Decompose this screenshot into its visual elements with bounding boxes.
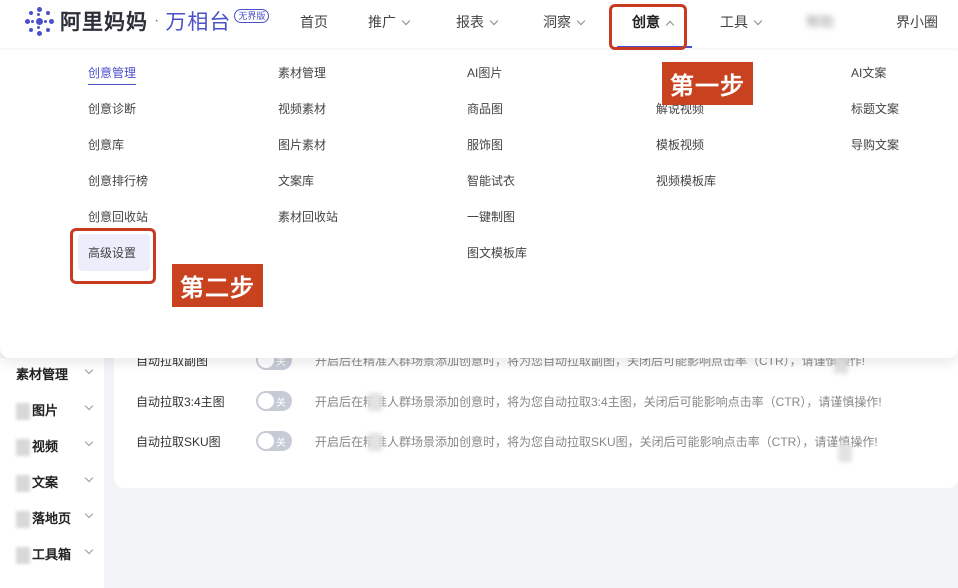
menu-item-one-click-image[interactable]: 一键制图 [467,208,515,225]
creative-dropdown-menu: 创意管理 创意诊断 创意库 创意排行榜 创意回收站 高级设置 素材管理 视频素材… [0,48,958,358]
chevron-down-icon [84,545,94,555]
menu-item-creative-recycle-bin[interactable]: 创意回收站 [88,208,148,225]
sidebar-item-asset-management[interactable]: 素材管理 [16,364,100,383]
menu-item-shopping-guide-copy[interactable]: 导购文案 [851,136,899,153]
sidebar-item-label: 视频 [32,439,59,454]
step1-highlight-box [609,4,687,50]
nav-reports[interactable]: 报表 [456,12,499,32]
nav-help[interactable]: 帮助 [806,12,834,32]
chevron-down-icon [753,16,763,26]
step1-label: 第一步 [662,62,753,105]
redaction-mask [16,403,30,421]
redaction-mask [368,393,382,411]
chevron-down-icon [84,437,94,447]
toggle-auto-main-3-4[interactable]: 关 [256,391,292,411]
chevron-down-icon [84,473,94,483]
menu-item-ai-image[interactable]: AI图片 [467,64,502,81]
menu-item-asset-management[interactable]: 素材管理 [278,64,326,81]
setting-label-auto-main-3-4: 自动拉取3:4主图 [136,395,225,409]
sidebar-item-videos[interactable]: 视频 [16,436,100,457]
chevron-down-icon [489,16,499,26]
sidebar-item-toolbox[interactable]: 工具箱 [16,544,100,565]
alimama-logo[interactable]: 阿里妈妈 · 万相台 无界版 [22,4,270,38]
menu-item-creative-diagnosis[interactable]: 创意诊断 [88,100,136,117]
logo-mark-icon [22,4,56,38]
nav-user-label: 界小圈 [896,14,938,30]
toggle-knob [258,393,274,409]
menu-item-creative-library[interactable]: 创意库 [88,136,124,153]
menu-item-creative-ranking[interactable]: 创意排行榜 [88,172,148,189]
left-sidebar: 素材管理 图片 视频 文案 落地页 工具箱 [0,358,104,588]
sidebar-item-label: 工具箱 [32,547,72,562]
redaction-mask [16,475,30,493]
nav-home-label: 首页 [300,14,328,30]
logo-brand-text: 阿里妈妈 [60,11,148,34]
nav-promotion-label: 推广 [368,14,396,30]
chevron-down-icon [84,365,94,375]
nav-user[interactable]: 界小圈 [896,12,938,32]
step2-label: 第二步 [172,264,263,307]
toggle-knob [258,433,274,449]
chevron-down-icon [576,16,586,26]
nav-tools[interactable]: 工具 [720,12,763,32]
nav-home[interactable]: 首页 [300,12,328,32]
menu-item-video-template-library[interactable]: 视频模板库 [656,172,716,189]
sidebar-item-copy[interactable]: 文案 [16,472,100,493]
redaction-mask [16,547,30,565]
setting-label-auto-sku: 自动拉取SKU图 [136,435,221,449]
sidebar-item-images[interactable]: 图片 [16,400,100,421]
step2-highlight-box [70,228,156,284]
menu-item-product-image[interactable]: 商品图 [467,100,503,117]
chevron-down-icon [401,16,411,26]
menu-item-copy-library[interactable]: 文案库 [278,172,314,189]
redaction-mask [834,356,848,374]
nav-insights-label: 洞察 [543,14,571,30]
menu-item-video-assets[interactable]: 视频素材 [278,100,326,117]
menu-item-template-library[interactable]: 图文模板库 [467,244,527,261]
menu-item-template-video[interactable]: 模板视频 [656,136,704,153]
nav-help-label: 帮助 [806,14,834,30]
redaction-mask [16,511,30,529]
toggle-off-label: 关 [276,438,286,449]
menu-item-title-copy[interactable]: 标题文案 [851,100,899,117]
sidebar-item-landing-page[interactable]: 落地页 [16,508,100,529]
sidebar-item-label: 落地页 [32,511,72,526]
sidebar-item-label: 素材管理 [16,367,69,382]
nav-reports-label: 报表 [456,14,484,30]
redaction-mask [838,444,852,462]
redaction-mask [368,433,382,451]
redaction-mask [16,439,30,457]
sidebar-item-label: 文案 [32,475,59,490]
top-nav-bar: 阿里妈妈 · 万相台 无界版 首页 推广 报表 洞察 创意 工具 帮助 界小圈 [0,0,958,48]
sidebar-item-label: 图片 [32,403,59,418]
menu-item-asset-recycle-bin[interactable]: 素材回收站 [278,208,338,225]
menu-item-image-assets[interactable]: 图片素材 [278,136,326,153]
setting-desc-auto-sku: 开启后在精准人群场景添加创意时，将为您自动拉取SKU图，关闭后可能影响点击率（C… [315,435,878,449]
logo-badge: 无界版 [234,9,270,23]
toggle-off-label: 关 [276,398,286,409]
menu-item-apparel-image[interactable]: 服饰图 [467,136,503,153]
nav-insights[interactable]: 洞察 [543,12,586,32]
menu-item-creative-management[interactable]: 创意管理 [88,64,137,85]
nav-tools-label: 工具 [720,14,748,30]
setting-desc-auto-main-3-4: 开启后在精准人群场景添加创意时，将为您自动拉取3:4主图，关闭后可能影响点击率（… [315,395,882,409]
chevron-down-icon [84,401,94,411]
toggle-auto-sku[interactable]: 关 [256,431,292,451]
logo-separator: · [154,12,160,29]
menu-item-ai-copy[interactable]: AI文案 [851,64,886,81]
menu-item-smart-try-on[interactable]: 智能试衣 [467,172,515,189]
logo-product-text: 万相台 [165,11,232,34]
nav-promotion[interactable]: 推广 [368,12,411,32]
chevron-down-icon [84,509,94,519]
